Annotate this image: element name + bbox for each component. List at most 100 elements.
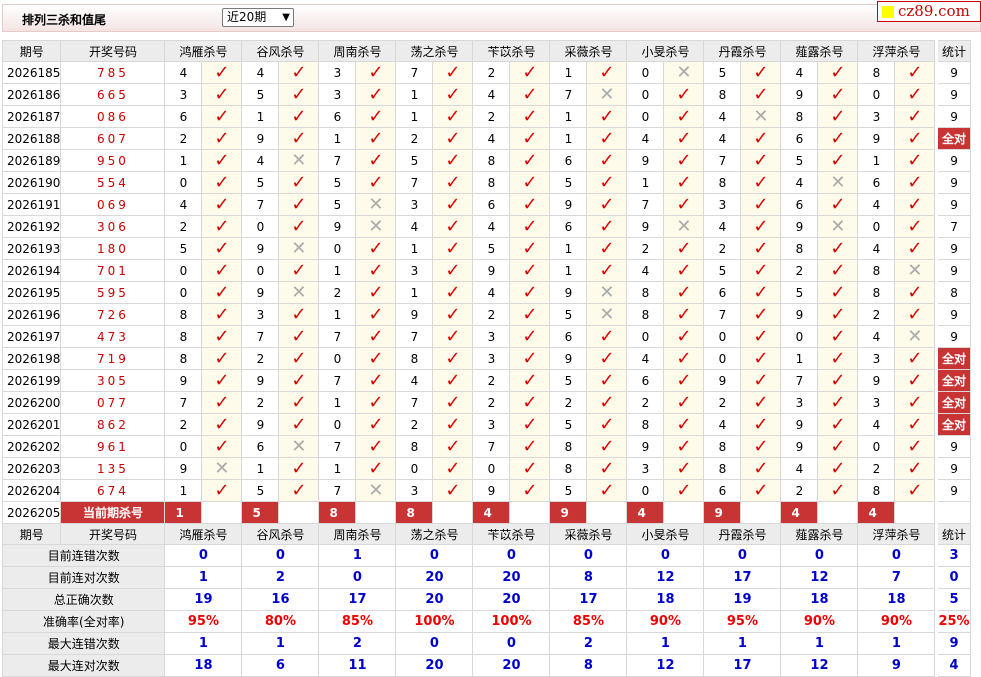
kill-value-cell: 9 bbox=[241, 281, 280, 304]
period-select[interactable]: 近20期 ▼ bbox=[222, 8, 294, 27]
column-header-expert[interactable]: 丹霞杀号 bbox=[703, 523, 782, 545]
column-header-expert[interactable]: 苄苡杀号 bbox=[472, 523, 551, 545]
current-blank-cell bbox=[740, 501, 782, 524]
draw-number-cell: 473 bbox=[60, 325, 166, 348]
count-cell: 9 bbox=[937, 83, 971, 106]
check-icon: ✓ bbox=[740, 237, 782, 260]
column-header-expert[interactable]: 周南杀号 bbox=[318, 523, 397, 545]
kill-value-cell: 6 bbox=[241, 435, 280, 458]
stat-value: 0 bbox=[395, 544, 474, 567]
stat-value: 11 bbox=[318, 654, 397, 677]
kill-value-cell: 6 bbox=[549, 325, 588, 348]
check-icon: ✓ bbox=[355, 149, 397, 172]
column-header-expert[interactable]: 鸿雁杀号 bbox=[164, 40, 243, 62]
period-cell: 2026203 bbox=[1, 457, 62, 480]
check-icon: ✓ bbox=[432, 149, 474, 172]
check-icon: ✓ bbox=[740, 391, 782, 414]
column-header-expert[interactable]: 浮萍杀号 bbox=[857, 40, 936, 62]
count-cell: 9 bbox=[937, 193, 971, 216]
table-row: 2026192 306 2 ✓ 0 ✓ 9 ✕ 4 ✓ 4 ✓ 6 ✓ 9 ✕ 4 ✓ 9 ✕ 0 ✓ 7 bbox=[1, 215, 971, 238]
kill-value-cell: 4 bbox=[780, 457, 819, 480]
kill-value-cell: 4 bbox=[626, 347, 665, 370]
kill-value-cell: 2 bbox=[472, 105, 511, 128]
kill-value-cell: 9 bbox=[780, 413, 819, 436]
stat-label: 最大连错次数 bbox=[1, 632, 166, 655]
count-cell: 全对 bbox=[937, 347, 971, 370]
column-header-expert[interactable]: 鸿雁杀号 bbox=[164, 523, 243, 545]
check-icon: ✓ bbox=[817, 193, 859, 216]
column-header-expert[interactable]: 谷风杀号 bbox=[241, 40, 320, 62]
kill-value-cell: 8 bbox=[395, 347, 434, 370]
check-icon: ✓ bbox=[278, 325, 320, 348]
check-icon: ✓ bbox=[432, 479, 474, 502]
kill-value-cell: 0 bbox=[164, 435, 203, 458]
column-header-expert[interactable]: 采薇杀号 bbox=[549, 40, 628, 62]
check-icon: ✓ bbox=[355, 127, 397, 150]
kill-value-cell: 9 bbox=[626, 435, 665, 458]
stat-value: 1 bbox=[164, 566, 243, 589]
kill-value-cell: 5 bbox=[549, 369, 588, 392]
kill-value-cell: 9 bbox=[626, 215, 665, 238]
kill-value-cell: 7 bbox=[318, 325, 357, 348]
check-icon: ✓ bbox=[509, 325, 551, 348]
kill-value-cell: 1 bbox=[318, 391, 357, 414]
kill-value-cell: 2 bbox=[703, 391, 742, 414]
check-icon: ✓ bbox=[432, 435, 474, 458]
column-header-expert[interactable]: 周南杀号 bbox=[318, 40, 397, 62]
column-header-expert[interactable]: 采薇杀号 bbox=[549, 523, 628, 545]
check-icon: ✓ bbox=[432, 61, 474, 84]
count-cell: 9 bbox=[937, 105, 971, 128]
current-kill-value: 4 bbox=[626, 501, 665, 524]
kill-value-cell: 0 bbox=[164, 281, 203, 304]
kill-value-cell: 9 bbox=[549, 193, 588, 216]
check-icon: ✓ bbox=[663, 303, 705, 326]
table-row: 2026201 862 2 ✓ 9 ✓ 0 ✓ 2 ✓ 3 ✓ 5 ✓ 8 ✓ 4 ✓ 9 ✓ 4 ✓ 全对 bbox=[1, 413, 971, 436]
kill-value-cell: 8 bbox=[549, 457, 588, 480]
kill-value-cell: 4 bbox=[703, 413, 742, 436]
kill-value-cell: 9 bbox=[780, 303, 819, 326]
column-header-expert[interactable]: 丹霞杀号 bbox=[703, 40, 782, 62]
kill-value-cell: 0 bbox=[703, 325, 742, 348]
count-cell: 7 bbox=[937, 215, 971, 238]
stat-value: 90% bbox=[857, 610, 936, 633]
kill-value-cell: 7 bbox=[318, 149, 357, 172]
check-icon: ✓ bbox=[586, 369, 628, 392]
kill-value-cell: 0 bbox=[626, 479, 665, 502]
cross-icon: ✕ bbox=[355, 479, 397, 502]
column-header-expert[interactable]: 谷风杀号 bbox=[241, 523, 320, 545]
stat-value: 90% bbox=[780, 610, 859, 633]
kill-value-cell: 0 bbox=[703, 347, 742, 370]
check-icon: ✓ bbox=[817, 259, 859, 282]
column-header-expert[interactable]: 荡之杀号 bbox=[395, 523, 474, 545]
kill-value-cell: 1 bbox=[626, 171, 665, 194]
check-icon: ✓ bbox=[586, 105, 628, 128]
count-cell: 9 bbox=[937, 171, 971, 194]
site-logo[interactable]: cz89.com bbox=[877, 1, 981, 22]
current-kill-value: 8 bbox=[318, 501, 357, 524]
column-header-expert[interactable]: 小旻杀号 bbox=[626, 40, 705, 62]
check-icon: ✓ bbox=[432, 457, 474, 480]
column-header-expert[interactable]: 小旻杀号 bbox=[626, 523, 705, 545]
kill-value-cell: 2 bbox=[472, 303, 511, 326]
column-header-expert[interactable]: 荡之杀号 bbox=[395, 40, 474, 62]
kill-value-cell: 3 bbox=[318, 61, 357, 84]
check-icon: ✓ bbox=[201, 369, 243, 392]
kill-value-cell: 6 bbox=[318, 105, 357, 128]
column-header-expert[interactable]: 苄苡杀号 bbox=[472, 40, 551, 62]
kill-value-cell: 3 bbox=[472, 325, 511, 348]
stat-value: 100% bbox=[472, 610, 551, 633]
kill-value-cell: 1 bbox=[549, 237, 588, 260]
kill-value-cell: 0 bbox=[164, 171, 203, 194]
check-icon: ✓ bbox=[817, 479, 859, 502]
period-cell: 2026187 bbox=[1, 105, 62, 128]
stat-value: 0 bbox=[395, 632, 474, 655]
current-blank-cell bbox=[817, 501, 859, 524]
column-header-expert[interactable]: 浮萍杀号 bbox=[857, 523, 936, 545]
column-header-expert[interactable]: 薤露杀号 bbox=[780, 523, 859, 545]
stats-row: 总正确次数 19 16 17 20 20 17 18 19 18 18 5 bbox=[1, 588, 971, 611]
stat-value: 1 bbox=[780, 632, 859, 655]
check-icon: ✓ bbox=[509, 171, 551, 194]
check-icon: ✓ bbox=[894, 479, 936, 502]
check-icon: ✓ bbox=[817, 435, 859, 458]
column-header-expert[interactable]: 薤露杀号 bbox=[780, 40, 859, 62]
